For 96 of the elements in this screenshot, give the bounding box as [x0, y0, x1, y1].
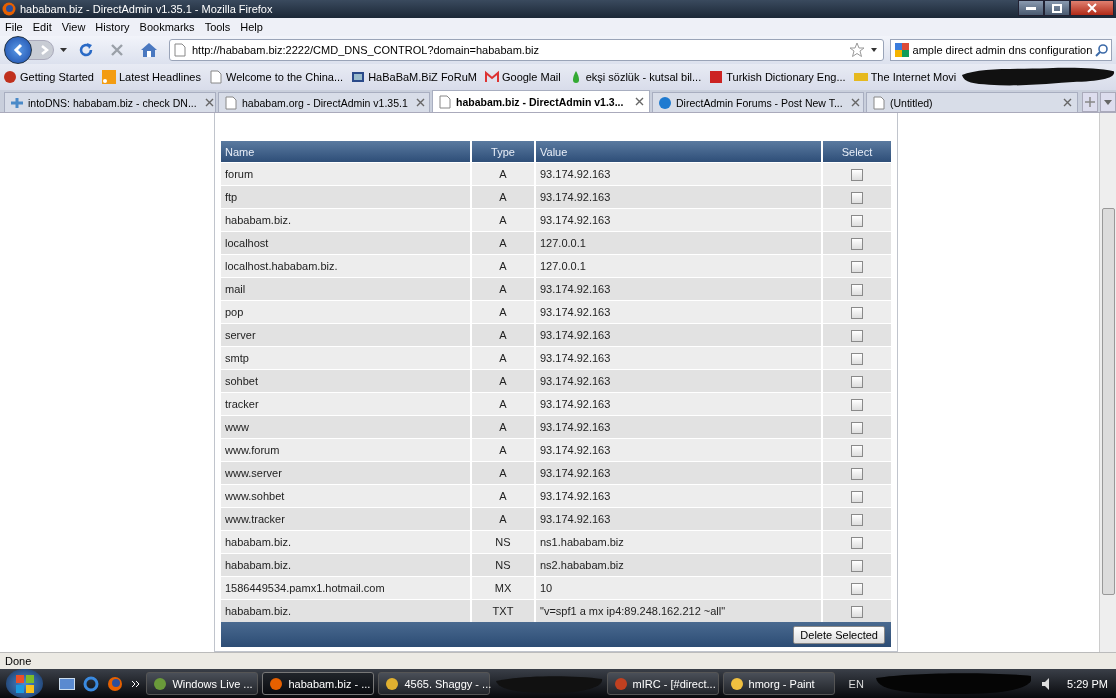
table-cell: 93.174.92.163: [535, 323, 822, 347]
language-indicator[interactable]: EN: [848, 677, 864, 690]
taskbar-button[interactable]: hababam.biz - ...: [262, 672, 375, 695]
table-cell: A: [471, 323, 535, 347]
table-cell: 93.174.92.163: [535, 392, 822, 416]
table-cell: 93.174.92.163: [535, 438, 822, 462]
table-cell: hababam.biz.: [221, 553, 471, 577]
table-cell: 1586449534.pamx1.hotmail.com: [221, 576, 471, 600]
table-cell: localhost.hababam.biz.: [221, 254, 471, 278]
menu-item[interactable]: File: [5, 21, 23, 33]
table-cell: A: [471, 507, 535, 531]
table-cell: ns2.hababam.biz: [535, 553, 822, 577]
table-cell: ftp: [221, 185, 471, 209]
table-cell: www.sohbet: [221, 484, 471, 508]
table-cell: 93.174.92.163: [535, 277, 822, 301]
table-cell: 10: [535, 576, 822, 600]
table-cell: NS: [471, 553, 535, 577]
table-cell: TXT: [471, 599, 535, 622]
menu-item[interactable]: Help: [240, 21, 263, 33]
table-cell: forum: [221, 162, 471, 186]
taskbar-button[interactable]: mIRC - [#direct...: [606, 672, 719, 695]
bookmark-item[interactable]: The Internet Movi: [853, 70, 957, 84]
table-cell: 127.0.0.1: [535, 254, 822, 278]
table-cell: A: [471, 277, 535, 301]
address-field[interactable]: http://hababam.biz:2222/CMD_DNS_CONTROL?domain=hababam.biz: [169, 39, 884, 61]
search-field[interactable]: ample direct admin dns configuration: [890, 39, 1112, 61]
table-cell: MX: [471, 576, 535, 600]
table-cell: hababam.biz.: [221, 208, 471, 232]
column-header: Value: [535, 141, 822, 163]
table-cell: A: [471, 346, 535, 370]
menu-item[interactable]: Edit: [32, 21, 52, 33]
status-text: Done: [5, 655, 32, 667]
bookmark-item[interactable]: Turkish Dictionary Eng...: [709, 70, 846, 84]
table-cell: hababam.biz.: [221, 530, 471, 554]
taskbar-button[interactable]: Windows Live ...: [146, 672, 259, 695]
bookmark-item[interactable]: ekşi sözlük - kutsal bil...: [568, 70, 702, 84]
taskbar-button[interactable]: 4565. Shaggy - ...: [378, 672, 491, 695]
clock: 5:29 PM: [1067, 677, 1108, 690]
browser-tab[interactable]: hababam.biz - DirectAdmin v1.3...: [432, 90, 650, 112]
table-cell: ns1.hababam.biz: [535, 530, 822, 554]
table-cell: A: [471, 484, 535, 508]
table-cell: "v=spf1 a mx ip4:89.248.162.212 ~all": [535, 599, 822, 622]
table-cell: 93.174.92.163: [535, 461, 822, 485]
table-cell: 93.174.92.163: [535, 346, 822, 370]
table-cell: 93.174.92.163: [535, 300, 822, 324]
browser-tab[interactable]: DirectAdmin Forums - Post New T...: [652, 92, 864, 112]
table-cell: A: [471, 185, 535, 209]
table-cell: 93.174.92.163: [535, 185, 822, 209]
table-cell: A: [471, 231, 535, 255]
table-cell: 93.174.92.163: [535, 484, 822, 508]
taskbar-button[interactable]: hmorg - Paint: [722, 672, 835, 695]
browser-tab[interactable]: hababam.org - DirectAdmin v1.35.1: [218, 92, 430, 112]
table-cell: sohbet: [221, 369, 471, 393]
table-cell: mail: [221, 277, 471, 301]
column-header: Select: [822, 141, 891, 163]
table-cell: 127.0.0.1: [535, 231, 822, 255]
table-cell: server: [221, 323, 471, 347]
bookmark-item[interactable]: Latest Headlines: [102, 70, 201, 84]
menu-item[interactable]: Bookmarks: [139, 21, 195, 33]
column-header: Name: [221, 141, 471, 163]
table-cell: A: [471, 392, 535, 416]
table-cell: A: [471, 162, 535, 186]
bookmark-item[interactable]: Welcome to the China...: [208, 70, 344, 84]
table-cell: A: [471, 438, 535, 462]
table-cell: NS: [471, 530, 535, 554]
menu-item[interactable]: History: [95, 21, 130, 33]
table-cell: www.forum: [221, 438, 471, 462]
table-cell: hababam.biz.: [221, 599, 471, 622]
browser-tab[interactable]: (Untitled): [866, 92, 1078, 112]
bookmark-item[interactable]: HaBaBaM.BiZ FoRuM: [351, 70, 477, 84]
table-cell: 93.174.92.163: [535, 369, 822, 393]
bookmark-item[interactable]: Google Mail: [484, 70, 561, 84]
table-cell: www.tracker: [221, 507, 471, 531]
column-header: Type: [471, 141, 535, 163]
menu-item[interactable]: View: [61, 21, 86, 33]
menu-item[interactable]: Tools: [204, 21, 231, 33]
delete-selected-button[interactable]: Delete Selected: [793, 625, 885, 644]
table-cell: A: [471, 254, 535, 278]
bookmark-item[interactable]: Getting Started: [3, 70, 94, 84]
table-cell: A: [471, 208, 535, 232]
table-cell: tracker: [221, 392, 471, 416]
table-cell: localhost: [221, 231, 471, 255]
browser-tab[interactable]: intoDNS: hababam.biz - check DN...: [4, 92, 216, 112]
table-cell: www: [221, 415, 471, 439]
table-cell: 93.174.92.163: [535, 415, 822, 439]
table-cell: www.server: [221, 461, 471, 485]
table-cell: 93.174.92.163: [535, 208, 822, 232]
table-cell: A: [471, 415, 535, 439]
table-cell: A: [471, 300, 535, 324]
table-cell: A: [471, 369, 535, 393]
window-title: hababam.biz - DirectAdmin v1.35.1 - Mozilla Firefox: [20, 3, 273, 15]
table-cell: 93.174.92.163: [535, 507, 822, 531]
table-cell: smtp: [221, 346, 471, 370]
table-cell: A: [471, 461, 535, 485]
table-cell: pop: [221, 300, 471, 324]
table-cell: 93.174.92.163: [535, 162, 822, 186]
